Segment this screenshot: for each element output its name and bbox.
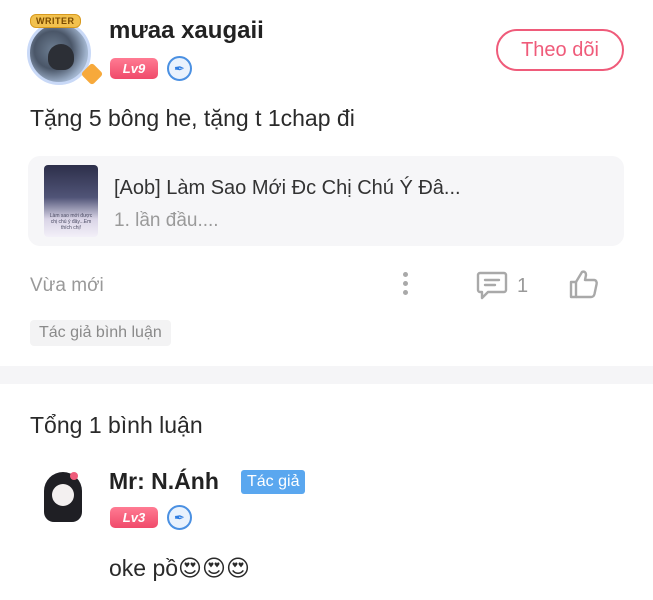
story-title: [Aob] Làm Sao Mới Đc Chị Chú Ý Đâ... <box>114 177 461 199</box>
comment-count: 1 <box>517 275 529 297</box>
quill-badge-icon: ✒ <box>167 505 192 530</box>
level-badge: Lv9 <box>110 58 158 79</box>
story-thumbnail: Làm sao mới được chị chú ý đây...Em thíc… <box>44 165 98 237</box>
post-time: Vừa mới <box>30 275 104 296</box>
quill-badge-icon: ✒ <box>167 56 192 81</box>
commenter-level-badge: Lv3 <box>110 507 158 528</box>
author-comment-tag[interactable]: Tác giả bình luận <box>30 320 171 346</box>
commenter-avatar[interactable] <box>40 468 86 524</box>
post-content: Tặng 5 bông he, tặng t 1chap đi <box>30 105 355 131</box>
thumbnail-text: Làm sao mới được chị chú ý đây...Em thíc… <box>49 213 93 231</box>
follow-button[interactable]: Theo dõi <box>496 29 624 71</box>
post-card: WRITER mưaa xaugaii Lv9 ✒ Theo dõi Tặng … <box>0 0 653 366</box>
story-chapter: 1. lần đầu.... <box>114 210 219 231</box>
writer-badge: WRITER <box>30 14 81 28</box>
linked-story-card[interactable]: Làm sao mới được chị chú ý đây...Em thíc… <box>28 156 624 246</box>
section-divider <box>0 366 653 384</box>
avatar-bow <box>70 472 78 480</box>
more-options-icon[interactable] <box>398 270 412 300</box>
thumbs-up-icon[interactable] <box>568 268 600 300</box>
commenter-name[interactable]: Mr: N.Ánh <box>109 468 219 495</box>
username[interactable]: mưaa xaugaii <box>109 17 264 45</box>
user-avatar[interactable]: WRITER <box>24 14 104 86</box>
author-badge: Tác giả <box>241 470 306 494</box>
avatar-face <box>52 484 74 506</box>
avatar-cat-shape <box>48 44 74 70</box>
comment-total: Tổng 1 bình luận <box>30 412 203 438</box>
comment-icon[interactable] <box>476 270 508 300</box>
comment-text: oke pồ😍😍😍 <box>109 555 250 581</box>
